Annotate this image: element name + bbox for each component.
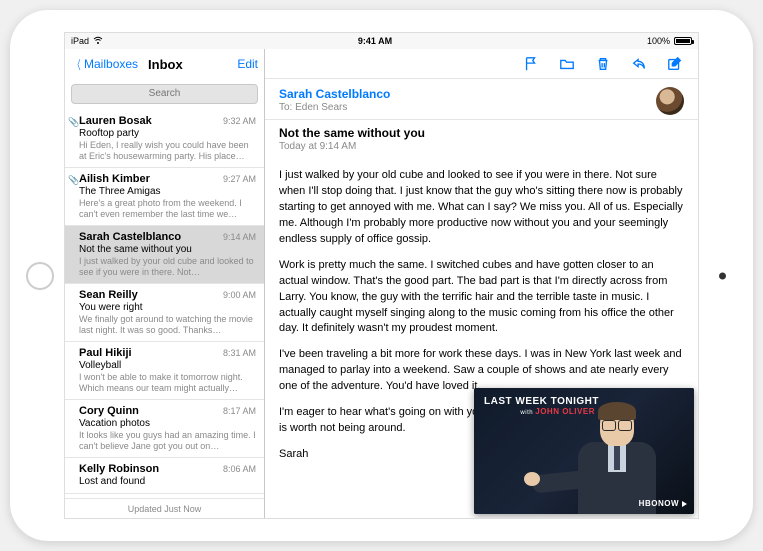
item-subject: You were right — [79, 302, 256, 313]
message-list-item[interactable]: Cory Quinn 8:17 AM Vacation photosIt looks… — [65, 400, 264, 458]
message-list[interactable]: 📎Lauren Bosak9:32 AMRooftop partyHi Eden… — [65, 110, 264, 499]
item-subject: Rooftop party — [79, 128, 256, 139]
item-sender: Cory Quinn — [79, 405, 139, 417]
message-list-item[interactable]: Paul Hikiji 8:31 AM VolleyballI won't be a… — [65, 342, 264, 400]
pip-host-figure — [572, 402, 662, 514]
item-sender: Lauren Bosak — [79, 115, 152, 127]
item-subject: Not the same without you — [79, 244, 256, 255]
compose-button[interactable] — [666, 55, 684, 73]
message-from[interactable]: Sarah Castelblanco — [279, 87, 648, 101]
body-paragraph: Work is pretty much the same. I switched… — [279, 258, 684, 338]
item-sender: Ailish Kimber — [79, 173, 150, 185]
item-sender: Sean Reilly — [79, 289, 138, 301]
pip-network-logo: HBONOW — [639, 499, 688, 508]
picture-in-picture-video[interactable]: LAST WEEK TONIGHT with JOHN OLIVER HBONO… — [474, 388, 694, 514]
device-label: iPad — [71, 36, 89, 46]
delete-button[interactable] — [594, 55, 612, 73]
home-button[interactable] — [26, 262, 54, 290]
search-input[interactable] — [71, 84, 258, 104]
attachment-icon: 📎 — [68, 117, 79, 128]
item-time: 9:27 AM — [223, 174, 256, 184]
ipad-device-frame: iPad 9:41 AM 100% 〈 Mailboxes Inbox Edit — [10, 10, 753, 541]
item-preview: Hi Eden, I really wish you could have be… — [79, 140, 256, 162]
item-subject: Lost and found — [79, 476, 256, 487]
sidebar-header: 〈 Mailboxes Inbox Edit — [65, 49, 264, 79]
mailbox-title: Inbox — [148, 57, 237, 72]
move-to-folder-button[interactable] — [558, 55, 576, 73]
search-container — [65, 79, 264, 110]
screen: iPad 9:41 AM 100% 〈 Mailboxes Inbox Edit — [64, 32, 699, 519]
avatar[interactable] — [656, 87, 684, 115]
message-header: Sarah Castelblanco To: Eden Sears — [265, 79, 698, 120]
back-to-mailboxes-button[interactable]: 〈 Mailboxes — [71, 56, 138, 73]
wifi-icon — [93, 36, 103, 46]
front-camera — [719, 272, 726, 279]
message-to: To: Eden Sears — [279, 102, 648, 113]
item-sender: Kelly Robinson — [79, 463, 159, 475]
message-list-item[interactable]: 📎Ailish Kimber 9:27 AM The Three AmigasHer… — [65, 168, 264, 226]
item-subject: Vacation photos — [79, 418, 256, 429]
item-sender: Sarah Castelblanco — [79, 231, 181, 243]
item-time: 9:32 AM — [223, 116, 256, 126]
item-preview: It looks like you guys had an amazing ti… — [79, 430, 256, 452]
clock: 9:41 AM — [103, 36, 647, 46]
message-list-item[interactable]: Sean Reilly 9:00 AM You were rightWe final… — [65, 284, 264, 342]
status-bar: iPad 9:41 AM 100% — [65, 33, 698, 49]
message-list-item[interactable]: Sarah Castelblanco 9:14 AM Not the same wi… — [65, 226, 264, 284]
item-sender: Paul Hikiji — [79, 347, 132, 359]
flag-button[interactable] — [522, 55, 540, 73]
message-list-item[interactable]: Kelly Robinson 8:06 AM Lost and found — [65, 458, 264, 494]
body-paragraph: I just walked by your old cube and looke… — [279, 168, 684, 248]
item-preview: Here's a great photo from the weekend. I… — [79, 198, 256, 220]
message-list-pane: 〈 Mailboxes Inbox Edit 📎Lauren Bosak9:32… — [65, 49, 265, 518]
reply-button[interactable] — [630, 55, 648, 73]
item-time: 8:31 AM — [223, 348, 256, 358]
message-detail-pane: Sarah Castelblanco To: Eden Sears Not th… — [265, 49, 698, 518]
message-subject: Not the same without you — [279, 126, 684, 140]
attachment-icon: 📎 — [68, 175, 79, 186]
item-preview: I won't be able to make it tomorrow nigh… — [79, 372, 256, 394]
item-time: 8:06 AM — [223, 464, 256, 474]
item-preview: I just walked by your old cube and looke… — [79, 256, 256, 278]
message-list-item[interactable]: 📎Lauren Bosak 9:32 AM Rooftop partyHi Eden… — [65, 110, 264, 168]
edit-button[interactable]: Edit — [237, 57, 258, 71]
pip-with-label: with — [520, 410, 533, 416]
battery-percent: 100% — [647, 36, 670, 46]
message-subheader: Not the same without you Today at 9:14 A… — [265, 120, 698, 160]
message-date: Today at 9:14 AM — [279, 141, 684, 152]
item-subject: Volleyball — [79, 360, 256, 371]
mail-app: 〈 Mailboxes Inbox Edit 📎Lauren Bosak9:32… — [65, 49, 698, 518]
back-label: Mailboxes — [84, 57, 138, 71]
chevron-left-icon: 〈 — [73, 56, 80, 73]
item-preview: We finally got around to watching the mo… — [79, 314, 256, 336]
item-subject: The Three Amigas — [79, 186, 256, 197]
item-time: 9:00 AM — [223, 290, 256, 300]
sync-status: Updated Just Now — [65, 498, 264, 518]
message-toolbar — [265, 49, 698, 79]
battery-icon — [674, 37, 692, 45]
item-time: 8:17 AM — [223, 406, 256, 416]
item-time: 9:14 AM — [223, 232, 256, 242]
